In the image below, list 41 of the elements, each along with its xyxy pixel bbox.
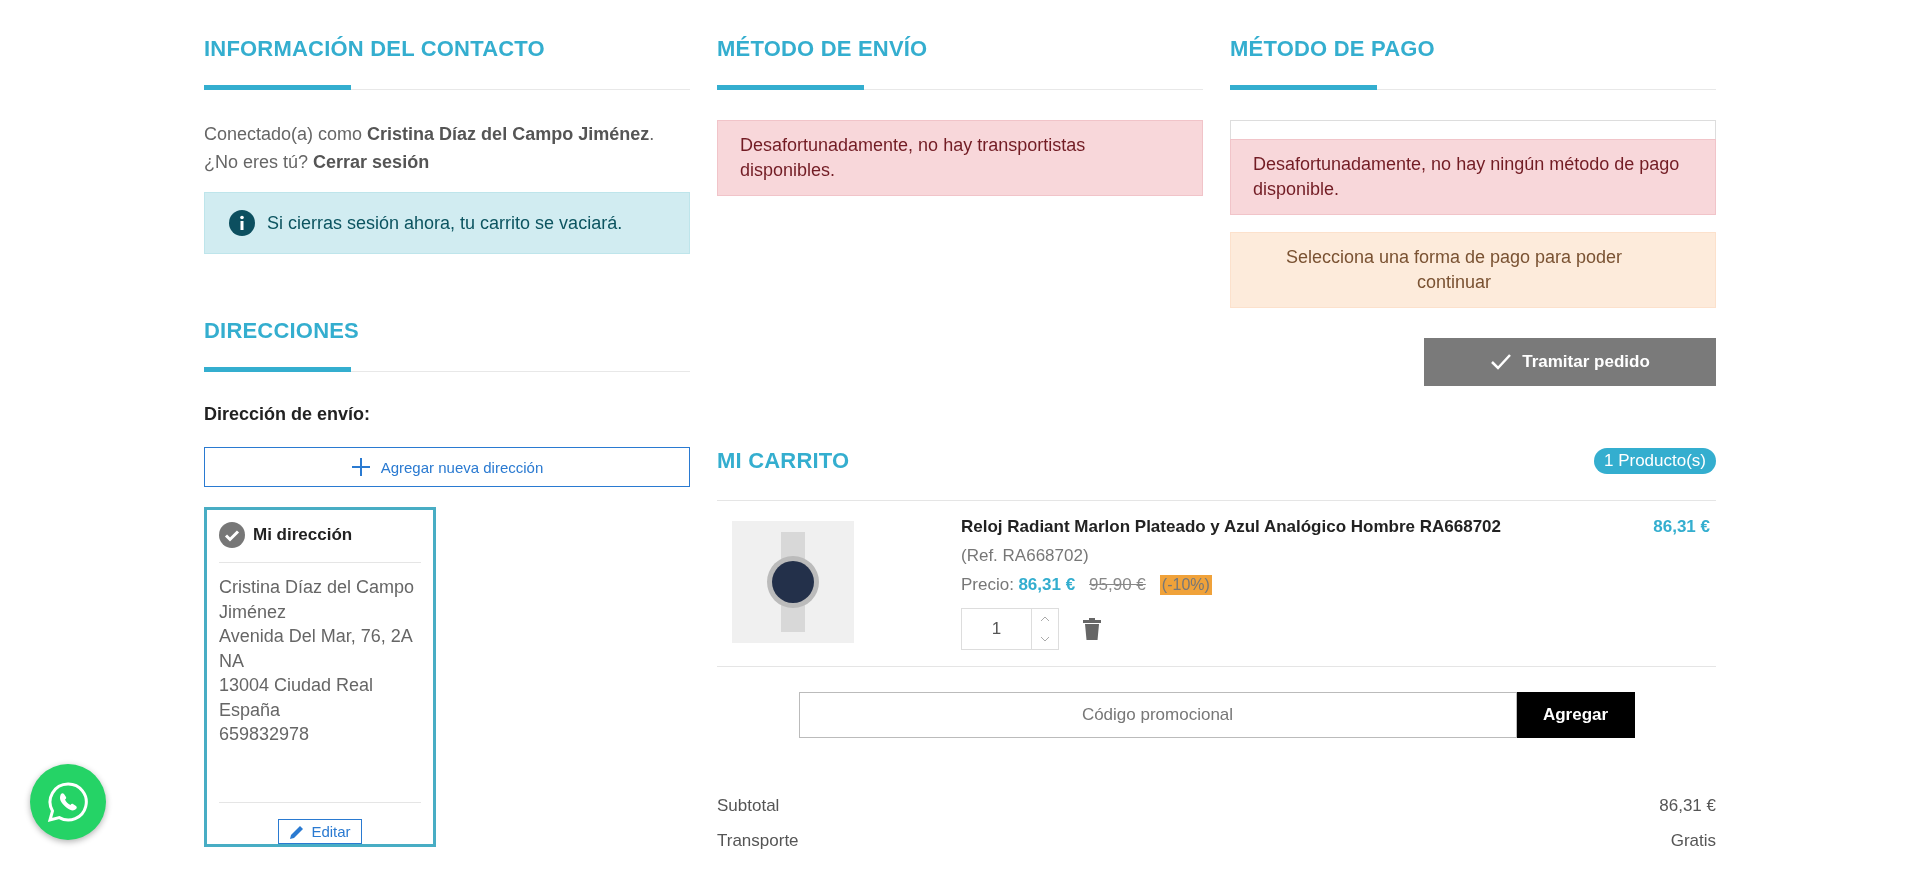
caret-up-icon: [1040, 616, 1050, 622]
caret-down-icon: [1040, 636, 1050, 642]
section-heading: MÉTODO DE ENVÍO: [717, 36, 929, 62]
quantity-field[interactable]: 1: [961, 608, 1059, 650]
summary-label: Subtotal: [717, 795, 780, 817]
error-alert: Desafortunadamente, no hay transportistas disponibles.: [717, 120, 1203, 196]
address-card[interactable]: Mi dirección Cristina Díaz del Campo Jiménez Avenida Del Mar, 76, 2A NA 13004 Ciudad Real España 659832978 Editar: [204, 507, 436, 847]
discount-tag: (-10%): [1159, 575, 1212, 595]
section-heading: INFORMACIÓN DEL CONTACTO: [204, 36, 546, 62]
summary-value: 86,31 €: [1659, 795, 1716, 817]
summary-label: Transporte: [717, 830, 799, 852]
pencil-icon: [289, 823, 306, 840]
summary-value: Gratis: [1670, 830, 1716, 852]
product-reference: (Ref. RA668702): [961, 546, 1090, 566]
product-name[interactable]: Reloj Radiant Marlon Plateado y Azul Analógico Hombre RA668702: [961, 517, 1502, 537]
section-heading: DIRECCIONES: [204, 318, 360, 344]
error-alert: Desafortunadamente, no hay ningún método de pago disponible.: [1230, 139, 1716, 215]
edit-button[interactable]: Editar: [278, 819, 362, 844]
address-text: Cristina Díaz del Campo Jiménez Avenida Del Mar, 76, 2A NA 13004 Ciudad Real España 659832978: [219, 576, 416, 746]
promo-code-field[interactable]: Código promocional: [798, 692, 1517, 738]
product-count-badge: 1 Producto(s): [1593, 448, 1716, 474]
address-title: Mi dirección: [253, 525, 353, 545]
warning-alert: Selecciona una forma de pago para poder continuar: [1230, 232, 1716, 308]
chat-button[interactable]: [30, 764, 106, 840]
section-heading: MÉTODO DE PAGO: [1230, 36, 1436, 62]
apply-promo-button[interactable]: Agregar: [1516, 692, 1635, 738]
unit-price: 86,31 €: [1018, 575, 1076, 594]
checkmark-icon: [1490, 353, 1513, 371]
line-total: 86,31 €: [1653, 517, 1711, 537]
phone-bubble-icon: [47, 781, 89, 823]
original-price: 95,90 €: [1089, 575, 1146, 595]
info-text: Si cierras sesión ahora, tu carrito se vaciará.: [267, 212, 623, 234]
logout-link[interactable]: Cerrar sesión: [313, 152, 430, 172]
shipping-address-label: Dirección de envío:: [204, 404, 372, 425]
plus-icon: [350, 457, 371, 477]
cart-heading: MI CARRITO: [717, 448, 850, 474]
info-icon: [229, 210, 255, 236]
price-label: Precio:: [961, 575, 1014, 594]
trash-icon[interactable]: [1083, 618, 1101, 640]
add-address-button[interactable]: Agregar nueva dirección: [204, 447, 690, 487]
logged-in-text: Conectado(a) como Cristina Díaz del Campo Jiménez. ¿No eres tú? Cerrar sesión: [204, 123, 656, 174]
